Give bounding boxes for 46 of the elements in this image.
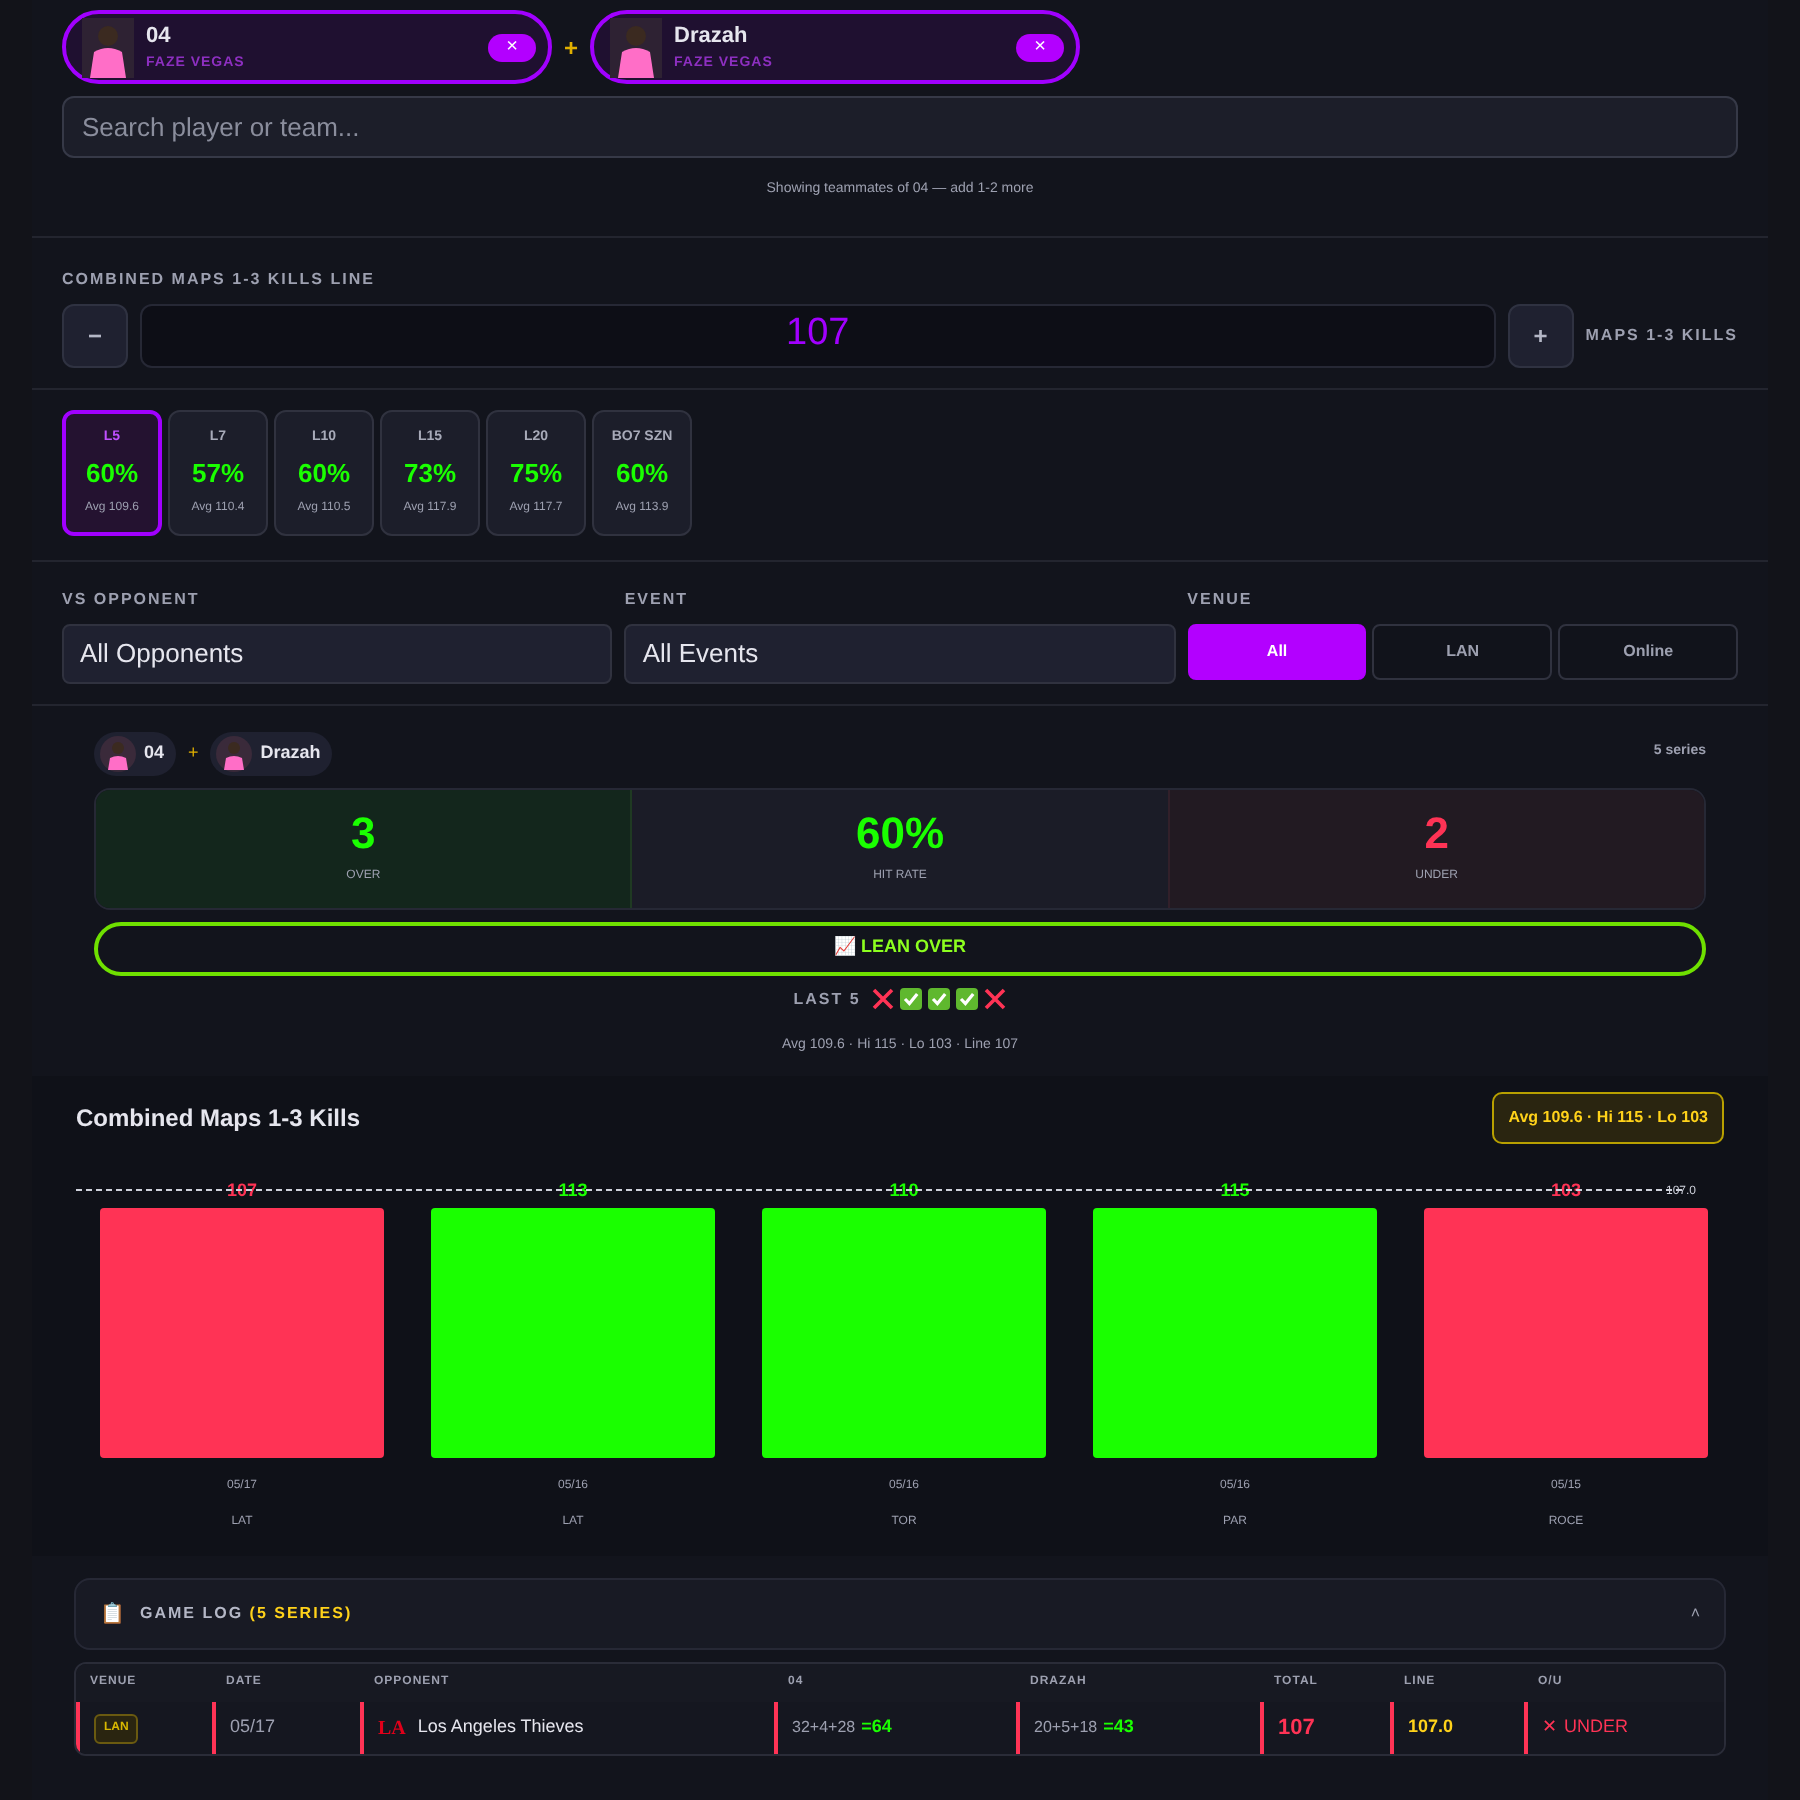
bar-value: 113 xyxy=(558,1180,588,1200)
minus-button[interactable]: − xyxy=(62,303,128,367)
remove-button[interactable]: × xyxy=(1016,33,1065,61)
table-cell-text: UNDER xyxy=(1564,1714,1629,1741)
table-cell-text: 107 xyxy=(1278,1713,1315,1744)
unit-label: MAPS 1-3 KILLS xyxy=(1585,323,1738,347)
avatar-icon xyxy=(100,735,136,771)
player-name: Drazah xyxy=(260,739,321,766)
table-cell: 32+4+28 xyxy=(792,1716,856,1740)
table-cell-text: Los Angeles Thieves xyxy=(417,1714,584,1741)
table-cell-text: 05/17 xyxy=(230,1714,276,1741)
game-log-header[interactable]: 📋 GAME LOG (5 SERIES) ˄ xyxy=(74,1578,1726,1650)
stats-badge: Avg 109.6 · Hi 115 · Lo 103 xyxy=(1492,1092,1724,1144)
table-cell-text: =43 xyxy=(1103,1714,1134,1741)
plus-icon: + xyxy=(188,739,199,767)
search-field[interactable]: Search player or team... xyxy=(62,96,1738,158)
clipboard-icon: 📋 xyxy=(100,1599,124,1629)
team-logo-icon: LA xyxy=(378,1713,406,1743)
avatar-icon xyxy=(610,17,663,77)
plus-icon: + xyxy=(564,29,579,65)
venue-tab[interactable]: All xyxy=(1187,623,1367,679)
opponent-select[interactable]: All Opponents xyxy=(62,623,613,683)
avatar-icon xyxy=(216,735,253,771)
avatar-icon xyxy=(82,17,134,77)
venue-tab[interactable]: Online xyxy=(1558,623,1738,679)
line-value: 107 xyxy=(140,303,1496,367)
venue-tab[interactable]: LAN xyxy=(1372,623,1553,679)
table-cell: 20+5+18 xyxy=(1034,1716,1098,1740)
player-name: 04 xyxy=(146,22,173,52)
section-label: COMBINED MAPS 1-3 KILLS LINE xyxy=(62,267,377,291)
remove-button[interactable]: × xyxy=(488,33,536,61)
player-name: Drazah xyxy=(674,22,750,52)
player-name: 04 xyxy=(144,739,165,766)
filter-label: EVENT xyxy=(624,587,690,611)
lean-button[interactable]: 📈 LEAN OVER xyxy=(94,921,1706,975)
table-cell-text: 107.0 xyxy=(1408,1714,1454,1741)
chart-title: Combined Maps 1-3 Kills xyxy=(76,1102,361,1136)
table-cell-text: =64 xyxy=(861,1714,892,1741)
event-select[interactable]: All Events xyxy=(624,623,1176,683)
plus-button[interactable]: + xyxy=(1507,303,1574,367)
cross-icon: ✕ xyxy=(1542,1714,1558,1742)
game-log-title: GAME LOG (5 SERIES) xyxy=(140,1602,353,1626)
collapse-icon: ˄ xyxy=(1690,1602,1700,1626)
filter-label: VENUE xyxy=(1187,587,1255,611)
filter-label: VS OPPONENT xyxy=(62,587,202,611)
last-label: LAST 5 xyxy=(793,987,861,1011)
